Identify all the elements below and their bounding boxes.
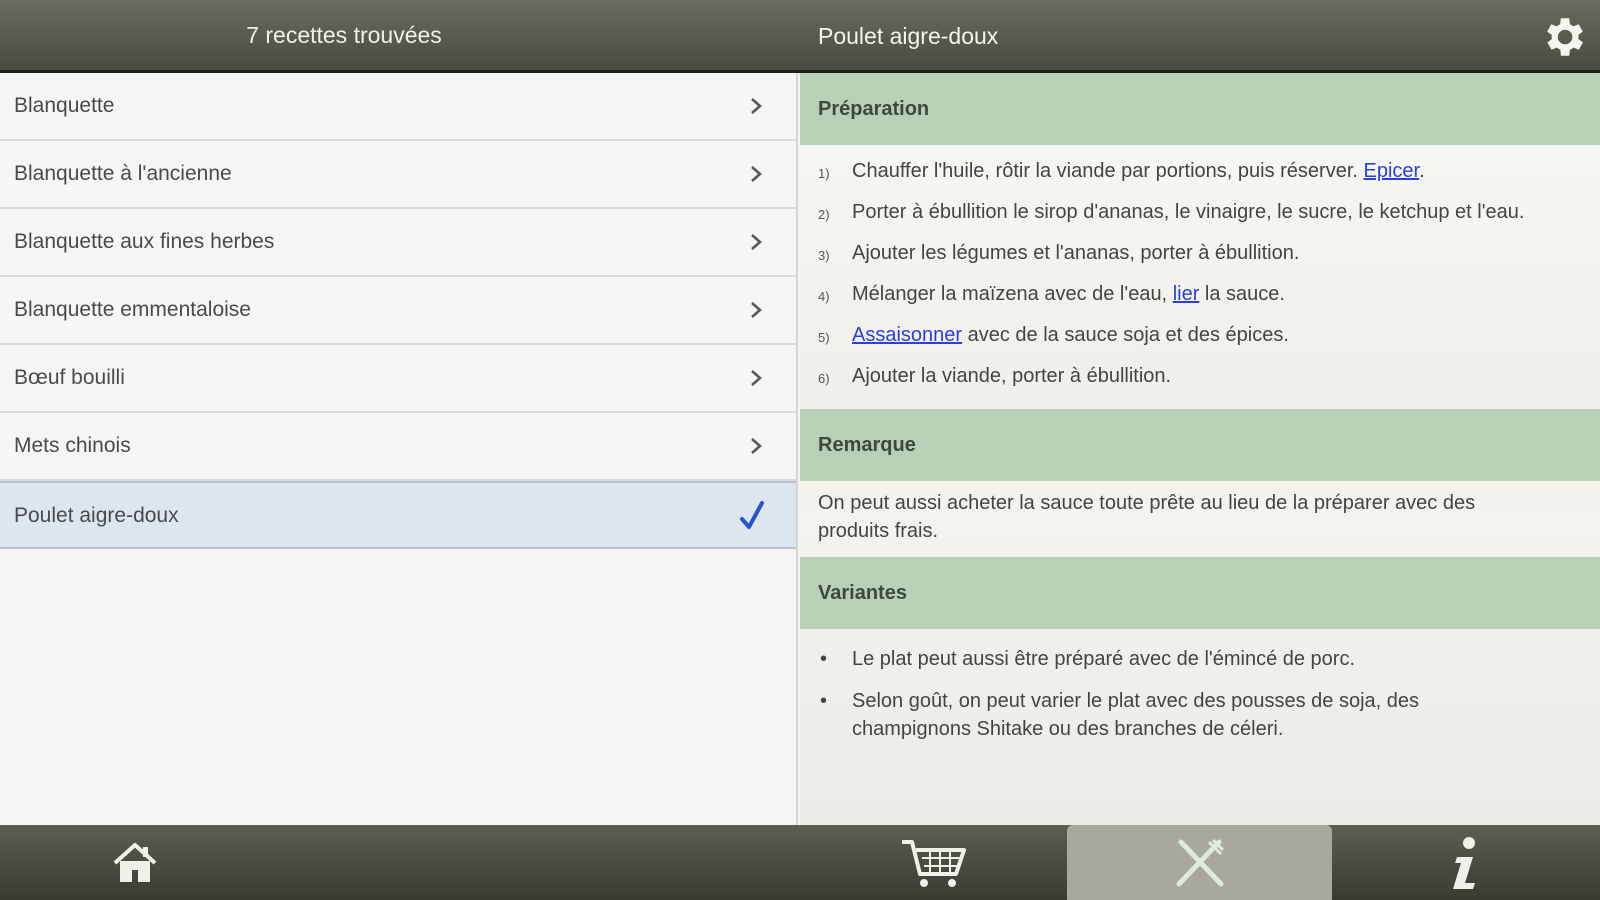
results-count-title: 7 recettes trouvées bbox=[246, 22, 442, 48]
list-item-label: Blanquette à l'ancienne bbox=[14, 162, 232, 185]
list-item[interactable]: Blanquette emmentaloise bbox=[0, 277, 796, 345]
variant-text: Le plat peut aussi être préparé avec de … bbox=[852, 648, 1356, 670]
list-item[interactable]: Blanquette bbox=[0, 73, 796, 141]
bullet-icon: • bbox=[820, 648, 828, 670]
chevron-right-icon bbox=[751, 166, 762, 182]
step-text: Ajouter la viande, porter à ébullition. bbox=[852, 365, 1172, 387]
step-text: Porter à ébullition le sirop d'ananas, l… bbox=[852, 201, 1525, 223]
variant-text: Selon goût, on peut varier le plat avec … bbox=[852, 690, 1420, 740]
cart-icon bbox=[902, 839, 966, 887]
recipe-detail: Préparation 1) Chauffer l'huile, rôtir l… bbox=[800, 73, 1600, 825]
step-number: 1) bbox=[818, 166, 830, 181]
link-epicer[interactable]: Epicer bbox=[1363, 160, 1419, 182]
tab-home[interactable] bbox=[80, 825, 190, 900]
step-number: 4) bbox=[818, 289, 830, 304]
info-icon bbox=[1453, 836, 1475, 889]
fork-knife-icon bbox=[1176, 838, 1224, 886]
step-item: 2) Porter à ébullition le sirop d'ananas… bbox=[818, 198, 1540, 226]
bottom-nav-bar bbox=[0, 825, 1600, 900]
list-item[interactable]: Blanquette aux fines herbes bbox=[0, 209, 796, 277]
step-text-end: avec de la sauce soja et des épices. bbox=[962, 324, 1289, 346]
tab-shopping-cart[interactable] bbox=[880, 825, 990, 900]
list-item-label: Poulet aigre-doux bbox=[14, 504, 179, 527]
variant-item: • Le plat peut aussi être préparé avec d… bbox=[818, 645, 1540, 673]
step-number: 3) bbox=[818, 248, 830, 263]
variant-item: • Selon goût, on peut varier le plat ave… bbox=[818, 687, 1540, 743]
list-item-label: Mets chinois bbox=[14, 434, 131, 457]
chevron-right-icon bbox=[751, 98, 762, 114]
step-number: 5) bbox=[818, 330, 830, 345]
bullet-icon: • bbox=[820, 690, 828, 712]
tab-info[interactable] bbox=[1410, 825, 1520, 900]
link-lier[interactable]: lier bbox=[1173, 283, 1200, 305]
step-number: 6) bbox=[818, 371, 830, 386]
section-heading-remark: Remarque bbox=[800, 409, 1600, 481]
home-icon bbox=[113, 842, 157, 882]
gear-icon[interactable] bbox=[1538, 12, 1588, 62]
step-item: 6) Ajouter la viande, porter à ébullitio… bbox=[818, 362, 1540, 390]
recipe-title: Poulet aigre-doux bbox=[818, 23, 999, 49]
chevron-right-icon bbox=[751, 370, 762, 386]
chevron-right-icon bbox=[751, 438, 762, 454]
chevron-right-icon bbox=[751, 302, 762, 318]
list-item-selected[interactable]: Poulet aigre-doux bbox=[0, 481, 796, 549]
list-item-label: Blanquette emmentaloise bbox=[14, 298, 251, 321]
top-bar: 7 recettes trouvées Poulet aigre-doux bbox=[0, 0, 1600, 73]
link-assaisonner[interactable]: Assaisonner bbox=[852, 324, 962, 346]
section-heading-preparation: Préparation bbox=[800, 73, 1600, 145]
step-item: 1) Chauffer l'huile, rôtir la viande par… bbox=[818, 157, 1540, 185]
list-item[interactable]: Blanquette à l'ancienne bbox=[0, 141, 796, 209]
step-item: 5) Assaisonner avec de la sauce soja et … bbox=[818, 321, 1540, 349]
step-text-end: . bbox=[1419, 160, 1425, 182]
list-item-label: Bœuf bouilli bbox=[14, 366, 125, 389]
step-item: 3) Ajouter les légumes et l'ananas, port… bbox=[818, 239, 1540, 267]
remark-text: On peut aussi acheter la sauce toute prê… bbox=[818, 492, 1476, 542]
list-item[interactable]: Mets chinois bbox=[0, 413, 796, 481]
step-text: Ajouter les légumes et l'ananas, porter … bbox=[852, 242, 1300, 264]
checkmark-icon bbox=[740, 501, 764, 529]
list-item[interactable]: Bœuf bouilli bbox=[0, 345, 796, 413]
step-text: Chauffer l'huile, rôtir la viande par po… bbox=[852, 160, 1364, 182]
step-number: 2) bbox=[818, 207, 830, 222]
list-item-label: Blanquette aux fines herbes bbox=[14, 230, 275, 253]
section-heading-variants: Variantes bbox=[800, 557, 1600, 629]
step-text-end: la sauce. bbox=[1199, 283, 1285, 305]
list-item-label: Blanquette bbox=[14, 94, 115, 117]
tab-recipe[interactable] bbox=[1067, 825, 1332, 900]
variants-list: • Le plat peut aussi être préparé avec d… bbox=[800, 629, 1600, 763]
step-text: Mélanger la maïzena avec de l'eau, bbox=[852, 283, 1173, 305]
chevron-right-icon bbox=[751, 234, 762, 250]
preparation-steps: 1) Chauffer l'huile, rôtir la viande par… bbox=[800, 145, 1600, 409]
step-item: 4) Mélanger la maïzena avec de l'eau, li… bbox=[818, 280, 1540, 308]
recipe-list: Blanquette Blanquette à l'ancienne Blanq… bbox=[0, 73, 798, 825]
